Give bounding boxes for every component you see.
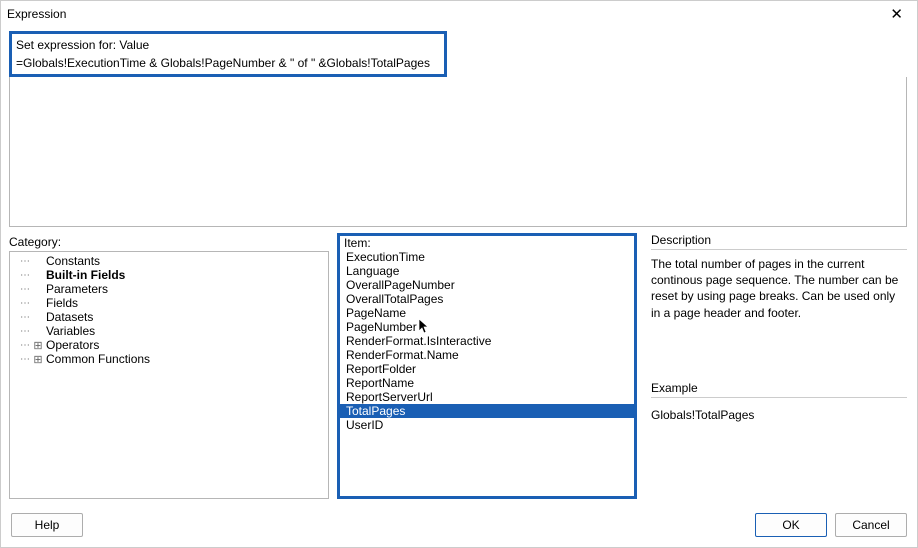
close-icon[interactable]: ✕: [884, 5, 909, 24]
list-item[interactable]: RenderFormat.Name: [340, 348, 634, 362]
item-label: Item:: [340, 236, 634, 250]
list-item[interactable]: ReportServerUrl: [340, 390, 634, 404]
list-item-label: OverallPageNumber: [346, 278, 455, 292]
list-item-label: RenderFormat.Name: [346, 348, 459, 362]
middle-panels: Category: ⋯ Constants ⋯ Built-in Fields ⋯ Par…: [9, 233, 907, 499]
list-item[interactable]: OverallPageNumber: [340, 278, 634, 292]
list-item-label: ReportServerUrl: [346, 390, 433, 404]
list-item-label: RenderFormat.IsInteractive: [346, 334, 491, 348]
item-highlight-box: Item: ExecutionTimeLanguageOverallPageNu…: [337, 233, 637, 499]
list-item-label: Language: [346, 264, 399, 278]
example-group-label: Example: [651, 381, 907, 395]
list-item[interactable]: OverallTotalPages: [340, 292, 634, 306]
category-item-label: Constants: [44, 254, 100, 268]
list-item[interactable]: PageNumber: [340, 320, 634, 334]
titlebar: Expression ✕: [1, 1, 917, 27]
category-item[interactable]: ⋯ Fields: [10, 296, 328, 310]
category-item[interactable]: ⋯⊞Operators: [10, 338, 328, 352]
dialog-title: Expression: [7, 7, 66, 21]
tree-connector-icon: ⋯: [14, 340, 32, 351]
tree-connector-icon: ⋯: [14, 256, 32, 267]
help-button[interactable]: Help: [11, 513, 83, 537]
expression-label: Set expression for: Value: [16, 36, 440, 56]
list-item-label: OverallTotalPages: [346, 292, 443, 306]
cursor-icon: [418, 318, 432, 336]
list-item-label: PageNumber: [346, 320, 417, 334]
category-item[interactable]: ⋯ Parameters: [10, 282, 328, 296]
dialog-content: Set expression for: Value Category: ⋯ Con…: [1, 27, 917, 507]
tree-connector-icon: ⋯: [14, 298, 32, 309]
list-item[interactable]: UserID: [340, 418, 634, 432]
category-tree[interactable]: ⋯ Constants ⋯ Built-in Fields ⋯ Parameters ⋯ Fi…: [9, 251, 329, 499]
category-item-label: Built-in Fields: [44, 268, 125, 282]
list-item-label: PageName: [346, 306, 406, 320]
dialog-footer: Help OK Cancel: [1, 507, 917, 547]
list-item[interactable]: TotalPages: [340, 404, 634, 418]
list-item[interactable]: ReportName: [340, 376, 634, 390]
example-text: Globals!TotalPages: [651, 404, 907, 426]
list-item-label: TotalPages: [346, 404, 405, 418]
tree-connector-icon: ⋯: [14, 312, 32, 323]
category-item-label: Fields: [44, 296, 78, 310]
category-item-label: Operators: [44, 338, 99, 352]
category-item[interactable]: ⋯ Built-in Fields: [10, 268, 328, 282]
list-item[interactable]: Language: [340, 264, 634, 278]
category-column: Category: ⋯ Constants ⋯ Built-in Fields ⋯ Par…: [9, 233, 329, 499]
item-column: Item: ExecutionTimeLanguageOverallPageNu…: [337, 233, 637, 499]
category-item-label: Common Functions: [44, 352, 150, 366]
list-item-label: UserID: [346, 418, 383, 432]
list-item-label: ExecutionTime: [346, 250, 425, 264]
description-text: The total number of pages in the current…: [651, 256, 907, 321]
expression-dialog: Expression ✕ Set expression for: Value C…: [0, 0, 918, 548]
list-item[interactable]: ReportFolder: [340, 362, 634, 376]
expression-highlight-box: Set expression for: Value: [9, 31, 447, 77]
category-item-label: Parameters: [44, 282, 108, 296]
category-item[interactable]: ⋯⊞Common Functions: [10, 352, 328, 366]
list-item[interactable]: ExecutionTime: [340, 250, 634, 264]
detail-column: Description The total number of pages in…: [645, 233, 907, 499]
category-item[interactable]: ⋯ Variables: [10, 324, 328, 338]
tree-connector-icon: ⋯: [14, 284, 32, 295]
category-item-label: Datasets: [44, 310, 93, 324]
list-item-label: ReportName: [346, 376, 414, 390]
expand-icon[interactable]: ⊞: [32, 353, 44, 366]
example-group: Globals!TotalPages: [651, 397, 907, 426]
list-item[interactable]: PageName: [340, 306, 634, 320]
ok-button[interactable]: OK: [755, 513, 827, 537]
tree-connector-icon: ⋯: [14, 326, 32, 337]
category-item[interactable]: ⋯ Datasets: [10, 310, 328, 324]
expression-input[interactable]: [16, 56, 440, 70]
list-item-label: ReportFolder: [346, 362, 416, 376]
category-item[interactable]: ⋯ Constants: [10, 254, 328, 268]
tree-connector-icon: ⋯: [14, 354, 32, 365]
cancel-button[interactable]: Cancel: [835, 513, 907, 537]
list-item[interactable]: RenderFormat.IsInteractive: [340, 334, 634, 348]
description-group: The total number of pages in the current…: [651, 249, 907, 321]
category-item-label: Variables: [44, 324, 95, 338]
expand-icon[interactable]: ⊞: [32, 339, 44, 352]
description-group-label: Description: [651, 233, 907, 247]
tree-connector-icon: ⋯: [14, 270, 32, 281]
item-list[interactable]: ExecutionTimeLanguageOverallPageNumberOv…: [340, 250, 634, 496]
category-label: Category:: [9, 233, 329, 251]
expression-textarea[interactable]: [9, 77, 907, 227]
